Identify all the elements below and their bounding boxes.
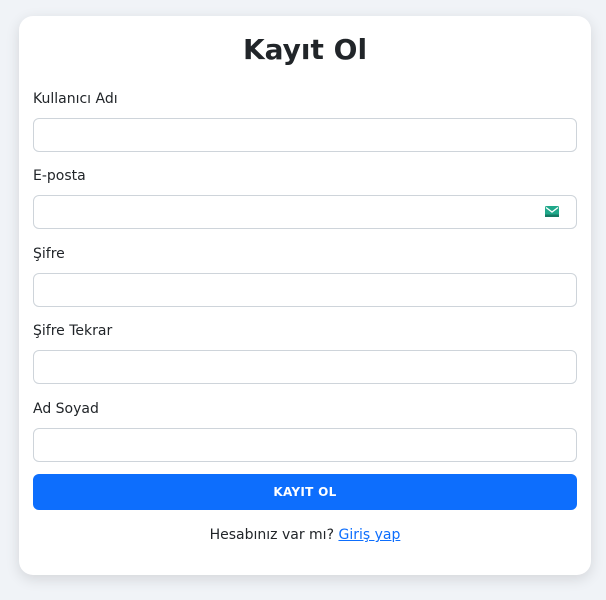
username-field-group: Kullanıcı Adı xyxy=(33,90,577,152)
password-input-wrapper xyxy=(33,273,577,307)
password-confirm-field-group: Şifre Tekrar xyxy=(33,322,577,384)
login-link[interactable]: Giriş yap xyxy=(338,527,400,543)
email-input-wrapper xyxy=(33,195,577,229)
password-label: Şifre xyxy=(33,246,65,262)
email-field-group: E-posta xyxy=(33,167,577,229)
fullname-field-group: Ad Soyad xyxy=(33,400,577,462)
email-input[interactable] xyxy=(33,195,577,229)
password-field-group: Şifre xyxy=(33,245,577,307)
login-prompt: Hesabınız var mı? Giriş yap xyxy=(19,526,591,544)
login-prompt-text: Hesabınız var mı? xyxy=(209,527,335,543)
password-confirm-label: Şifre Tekrar xyxy=(33,323,113,339)
username-label: Kullanıcı Adı xyxy=(33,91,118,107)
register-button[interactable]: KAYIT OL xyxy=(33,474,577,510)
username-input-wrapper xyxy=(33,118,577,152)
password-confirm-input-wrapper xyxy=(33,350,577,384)
fullname-label: Ad Soyad xyxy=(33,401,99,417)
email-label: E-posta xyxy=(33,168,86,184)
register-card: Kayıt Ol Kullanıcı Adı E-posta Şifre Şif… xyxy=(19,16,591,575)
fullname-input-wrapper xyxy=(33,428,577,462)
password-input[interactable] xyxy=(33,273,577,307)
fullname-input[interactable] xyxy=(33,428,577,462)
page-title: Kayıt Ol xyxy=(242,33,368,66)
username-input[interactable] xyxy=(33,118,577,152)
password-confirm-input[interactable] xyxy=(33,350,577,384)
email-icon[interactable] xyxy=(545,206,559,217)
